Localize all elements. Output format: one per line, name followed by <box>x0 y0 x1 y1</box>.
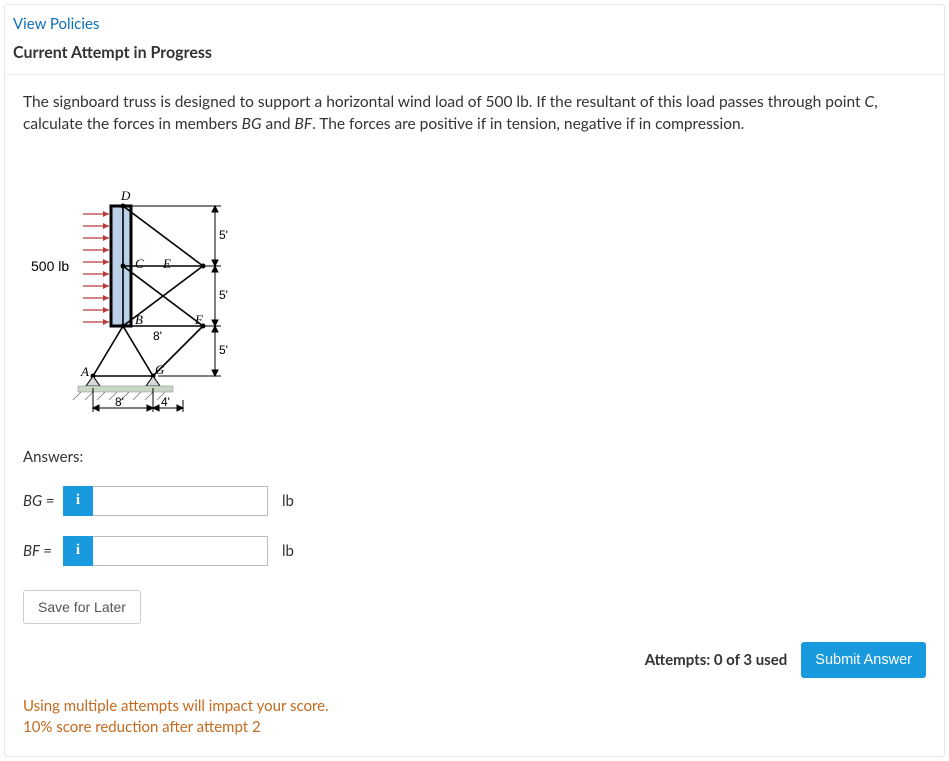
answer-row-bg: BG = i lb <box>23 486 926 516</box>
member-bg-ref: BG <box>242 115 262 133</box>
question-card: View Policies Current Attempt in Progres… <box>4 4 945 757</box>
prompt-text-3: and <box>262 115 295 133</box>
attempts-counter: Attempts: 0 of 3 used <box>645 651 788 669</box>
svg-text:8': 8' <box>115 395 124 409</box>
answer-input-bg[interactable] <box>93 486 268 516</box>
wind-load-arrows <box>83 211 109 325</box>
svg-text:C: C <box>135 256 144 271</box>
attempt-status-header: Current Attempt in Progress <box>5 39 944 75</box>
svg-text:B: B <box>135 312 143 327</box>
unit-bg: lb <box>282 492 294 510</box>
answer-row-bf: BF = i lb <box>23 536 926 566</box>
svg-text:A: A <box>80 364 89 379</box>
var-label-bf: BF = <box>23 542 63 560</box>
score-note-2: 10% score reduction after attempt 2 <box>23 717 926 738</box>
svg-text:D: D <box>120 188 131 203</box>
svg-text:G: G <box>155 362 165 377</box>
member-bf-ref: BF <box>295 115 313 133</box>
svg-text:5': 5' <box>219 288 228 302</box>
truss-svg: 500 lb D C E B F A G <box>23 156 233 416</box>
answer-input-bf[interactable] <box>93 536 268 566</box>
submit-answer-button[interactable]: Submit Answer <box>801 642 926 678</box>
svg-text:4': 4' <box>161 395 170 409</box>
question-body: The signboard truss is designed to suppo… <box>5 75 944 624</box>
load-label: 500 lb <box>31 258 69 274</box>
score-impact-notes: Using multiple attempts will impact your… <box>5 678 944 738</box>
info-button-bg[interactable]: i <box>63 486 93 516</box>
prompt-text-1: The signboard truss is designed to suppo… <box>23 93 865 111</box>
svg-text:5': 5' <box>219 343 228 357</box>
svg-text:F: F <box>194 312 204 327</box>
point-c-ref: C <box>865 93 875 111</box>
info-button-bf[interactable]: i <box>63 536 93 566</box>
footer-actions: Attempts: 0 of 3 used Submit Answer <box>5 624 944 678</box>
var-label-bg: BG = <box>23 492 63 510</box>
truss-figure: 500 lb D C E B F A G <box>23 156 926 420</box>
question-prompt: The signboard truss is designed to suppo… <box>23 91 926 136</box>
svg-text:8': 8' <box>153 329 162 343</box>
unit-bf: lb <box>282 542 294 560</box>
answers-heading: Answers: <box>23 448 926 466</box>
svg-text:E: E <box>162 256 171 271</box>
save-for-later-button[interactable]: Save for Later <box>23 590 141 624</box>
svg-text:5': 5' <box>219 228 228 242</box>
score-note-1: Using multiple attempts will impact your… <box>23 696 926 717</box>
prompt-text-4: . The forces are positive if in tension,… <box>312 115 744 133</box>
view-policies-link[interactable]: View Policies <box>5 5 944 39</box>
